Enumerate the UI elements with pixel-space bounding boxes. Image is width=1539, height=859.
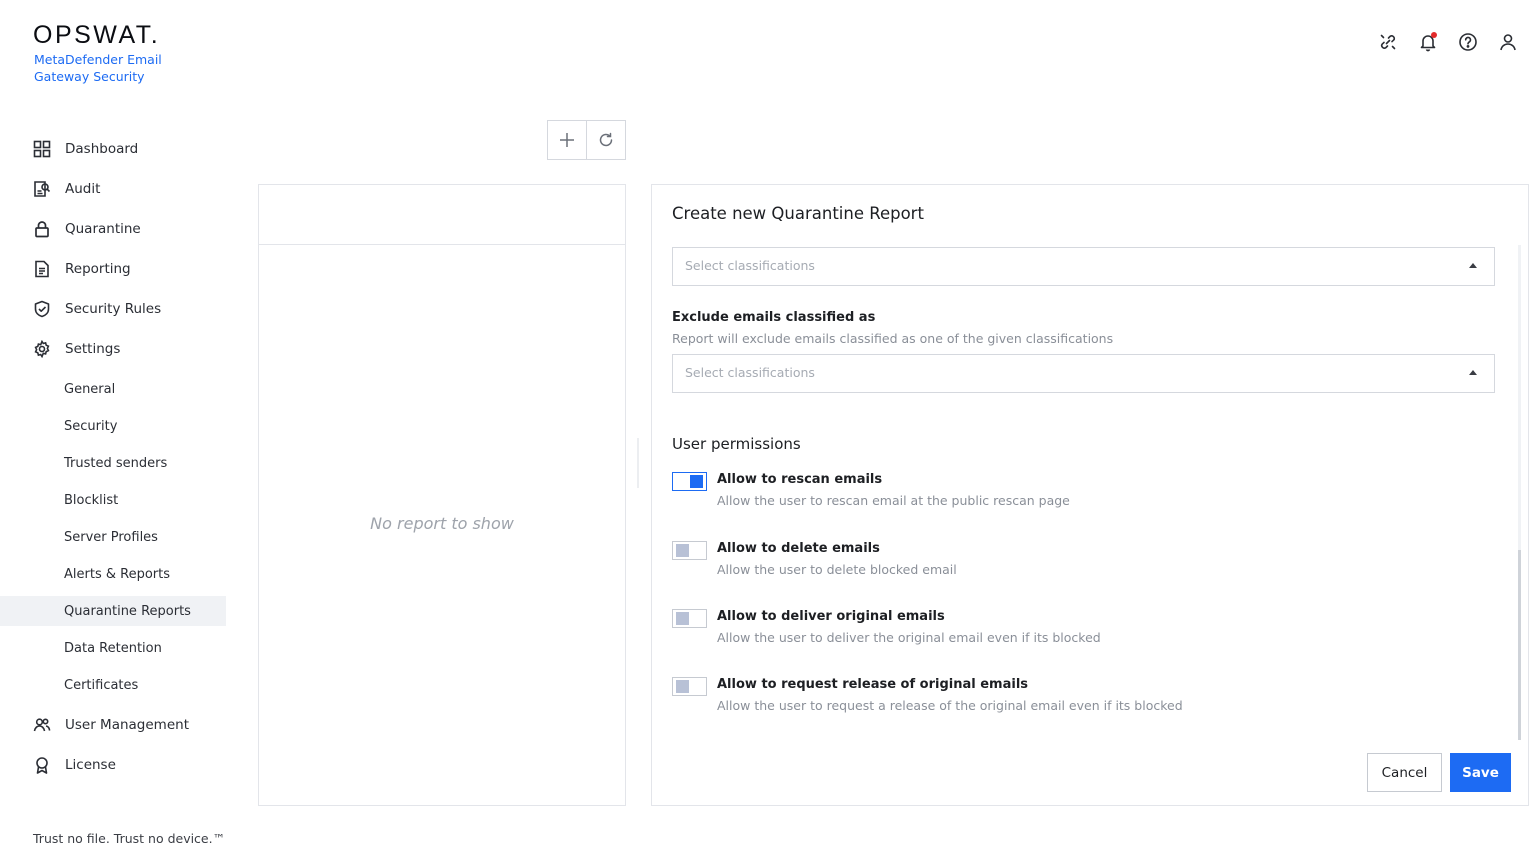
rescan-toggle[interactable] — [672, 472, 707, 491]
sidebar-subitem-label: Security — [64, 418, 118, 434]
permission-delete: Allow to delete emails Allow the user to… — [672, 541, 1372, 585]
save-button[interactable]: Save — [1450, 753, 1511, 792]
sidebar-item-label: Dashboard — [65, 141, 139, 157]
permission-title: Allow to rescan emails — [717, 472, 883, 487]
toggle-knob — [690, 475, 703, 488]
plus-icon — [559, 132, 575, 148]
shield-check-icon — [33, 300, 51, 318]
sidebar-subitem-server-profiles[interactable]: Server Profiles — [0, 522, 226, 552]
caret-up-icon — [1469, 263, 1477, 268]
sidebar-item-reporting[interactable]: Reporting — [0, 252, 226, 286]
sidebar-item-label: Reporting — [65, 261, 131, 277]
report-list-header — [259, 185, 625, 245]
panel-splitter[interactable] — [637, 438, 639, 488]
opswat-logo[interactable]: OPSWAT. — [33, 20, 160, 50]
tagline: Trust no file. Trust no device.™ — [33, 831, 226, 846]
sidebar-item-label: Settings — [65, 341, 121, 357]
notification-dot — [1431, 32, 1437, 38]
form-scrollbar-thumb[interactable] — [1518, 550, 1521, 740]
permission-request-release: Allow to request release of original ema… — [672, 677, 1372, 721]
permission-desc: Allow the user to rescan email at the pu… — [717, 493, 1070, 508]
sidebar-subitem-label: Certificates — [64, 677, 139, 693]
lock-icon — [33, 220, 51, 238]
sidebar-item-dashboard[interactable]: Dashboard — [0, 132, 226, 166]
sidebar-subitem-blocklist[interactable]: Blocklist — [0, 485, 226, 515]
sidebar-subitem-label: General — [64, 381, 116, 397]
request-release-toggle[interactable] — [672, 677, 707, 696]
caret-up-icon — [1469, 370, 1477, 375]
sidebar-item-quarantine[interactable]: Quarantine — [0, 212, 226, 246]
sidebar-subitem-trusted-senders[interactable]: Trusted senders — [0, 448, 226, 478]
add-report-button[interactable] — [548, 121, 586, 159]
sidebar-subitem-data-retention[interactable]: Data Retention — [0, 633, 226, 663]
refresh-button[interactable] — [586, 121, 625, 159]
permission-desc: Allow the user to request a release of t… — [717, 698, 1183, 713]
permission-title: Allow to request release of original ema… — [717, 677, 1029, 692]
permission-rescan: Allow to rescan emails Allow the user to… — [672, 472, 1372, 516]
permission-title: Allow to delete emails — [717, 541, 880, 556]
toggle-knob — [676, 544, 689, 557]
sidebar-subitem-label: Trusted senders — [64, 455, 168, 471]
sidebar-item-settings[interactable]: Settings — [0, 332, 226, 366]
permission-desc: Allow the user to deliver the original e… — [717, 630, 1101, 645]
toggle-knob — [676, 612, 689, 625]
sidebar-item-label: Quarantine — [65, 221, 141, 237]
permission-title: Allow to deliver original emails — [717, 609, 945, 624]
empty-state: No report to show — [370, 514, 514, 533]
audit-icon — [33, 180, 51, 198]
sidebar-item-label: Security Rules — [65, 301, 162, 317]
sidebar-subitem-alerts-reports[interactable]: Alerts & Reports — [0, 559, 226, 589]
sidebar-subitem-label: Alerts & Reports — [64, 566, 170, 582]
include-classifications-select[interactable]: Select classifications — [672, 247, 1495, 286]
user-icon[interactable] — [1498, 32, 1518, 52]
help-icon[interactable] — [1458, 32, 1478, 52]
permission-deliver: Allow to deliver original emails Allow t… — [672, 609, 1372, 653]
toggle-knob — [676, 680, 689, 693]
sidebar-subitem-label: Server Profiles — [64, 529, 158, 545]
sidebar-item-audit[interactable]: Audit — [0, 172, 226, 206]
sidebar-item-user-management[interactable]: User Management — [0, 708, 226, 742]
report-list-panel: No report to show — [258, 184, 626, 806]
quarantine-report-form: Create new Quarantine Report Select clas… — [651, 184, 1529, 806]
user-permissions-title: User permissions — [672, 435, 801, 453]
exclude-help: Report will exclude emails classified as… — [672, 331, 1114, 346]
sidebar-item-label: User Management — [65, 717, 189, 733]
select-placeholder: Select classifications — [685, 258, 815, 273]
sidebar-item-license[interactable]: License — [0, 748, 226, 782]
list-toolbar — [547, 120, 626, 160]
exclude-label: Exclude emails classified as — [672, 310, 876, 325]
select-placeholder: Select classifications — [685, 365, 815, 380]
bell-icon[interactable] — [1418, 32, 1438, 52]
sidebar-subitem-security[interactable]: Security — [0, 411, 226, 441]
sidebar-item-security-rules[interactable]: Security Rules — [0, 292, 226, 326]
link-icon[interactable] — [1378, 32, 1398, 52]
dashboard-icon — [33, 140, 51, 158]
sidebar-subitem-quarantine-reports[interactable]: Quarantine Reports — [0, 596, 226, 626]
permission-desc: Allow the user to delete blocked email — [717, 562, 957, 577]
cancel-button[interactable]: Cancel — [1367, 753, 1442, 792]
sidebar-item-label: License — [65, 757, 116, 773]
sidebar-subitem-label: Quarantine Reports — [64, 603, 191, 619]
gear-icon — [33, 340, 51, 358]
form-title: Create new Quarantine Report — [672, 204, 924, 223]
award-icon — [33, 756, 51, 774]
delete-toggle[interactable] — [672, 541, 707, 560]
sidebar-subitem-label: Blocklist — [64, 492, 119, 508]
sidebar-subitem-certificates[interactable]: Certificates — [0, 670, 226, 700]
refresh-icon — [598, 132, 614, 148]
product-name: MetaDefender Email Gateway Security — [34, 52, 162, 84]
sidebar-item-label: Audit — [65, 181, 101, 197]
sidebar-subitem-general[interactable]: General — [0, 374, 226, 404]
users-icon — [33, 716, 51, 734]
exclude-classifications-select[interactable]: Select classifications — [672, 354, 1495, 393]
deliver-toggle[interactable] — [672, 609, 707, 628]
document-icon — [33, 260, 51, 278]
sidebar-subitem-label: Data Retention — [64, 640, 162, 656]
